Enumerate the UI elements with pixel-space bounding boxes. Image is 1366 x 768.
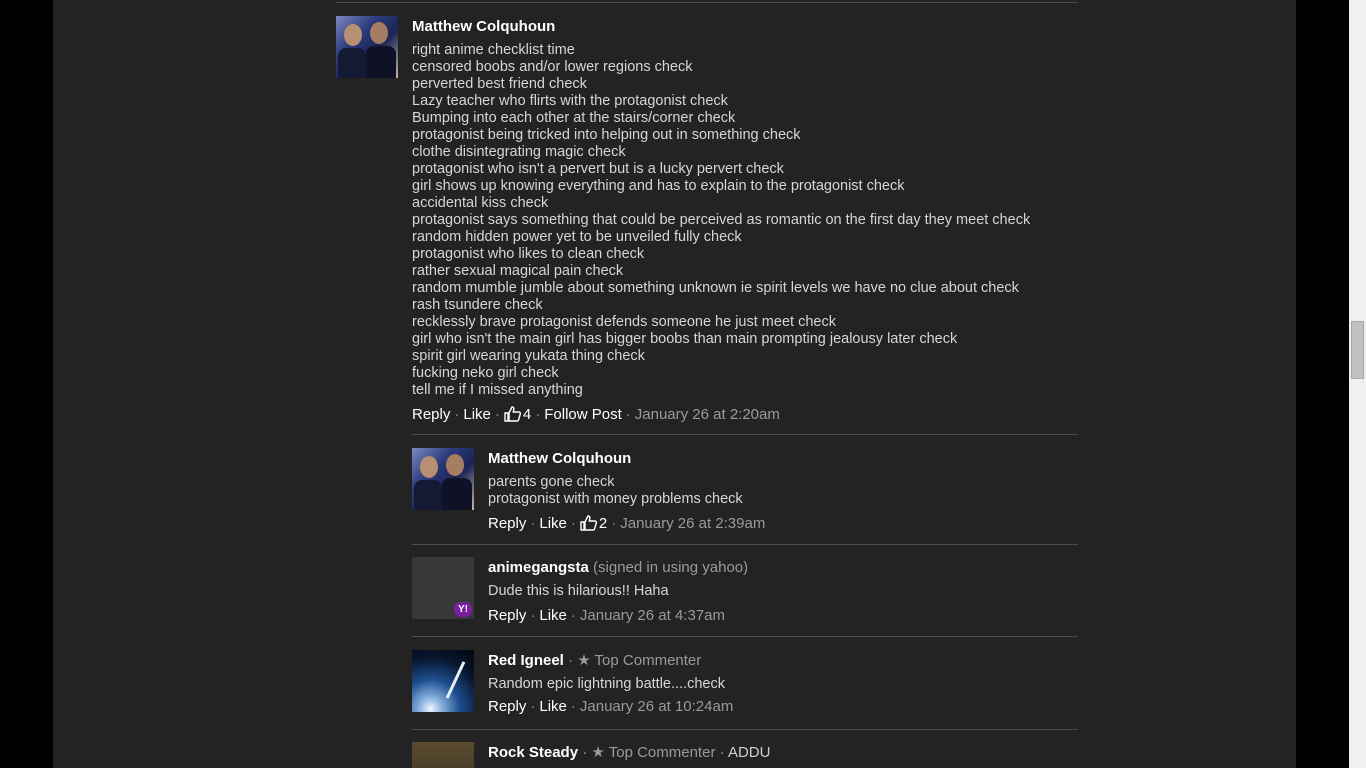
- user-avatar[interactable]: [336, 16, 398, 78]
- comment-actions: Reply · Like · 4 · Follow Post · January 26 at 2…: [412, 406, 780, 423]
- comment-text: Dude this is hilarious!! Haha: [488, 583, 1068, 600]
- like-count: 4: [522, 406, 532, 423]
- like-link[interactable]: Like: [539, 698, 567, 715]
- like-link[interactable]: Like: [539, 607, 567, 624]
- reply-link[interactable]: Reply: [488, 515, 526, 532]
- comment-line: girl shows up knowing everything and has…: [412, 178, 905, 194]
- scrollbar-thumb[interactable]: [1351, 321, 1364, 379]
- comment-line: fucking neko girl check: [412, 365, 559, 381]
- reply-divider: [412, 434, 1078, 435]
- signin-note: (signed in using yahoo): [593, 559, 749, 576]
- reply-divider: [412, 636, 1078, 637]
- vertical-scrollbar[interactable]: [1349, 0, 1366, 768]
- user-avatar[interactable]: [412, 742, 474, 768]
- author-name[interactable]: Red Igneel: [488, 652, 564, 669]
- comment-line: rather sexual magical pain check: [412, 263, 624, 279]
- comment-actions: Reply · Like · January 26 at 4:37am: [488, 607, 725, 624]
- thumbs-up-icon: [504, 406, 521, 422]
- comment-line: protagonist who isn't a pervert but is a…: [412, 161, 784, 177]
- author-line: animegangsta (signed in using yahoo): [488, 559, 1068, 577]
- comment-line: right anime checklist time: [412, 42, 575, 58]
- thumbs-up-icon: [580, 515, 597, 531]
- comment-text: Random epic lightning battle....check: [488, 676, 1068, 693]
- comment-line: parents gone check: [488, 474, 615, 490]
- reply-link[interactable]: Reply: [488, 607, 526, 624]
- comment-line: censored boobs and/or lower regions chec…: [412, 59, 693, 75]
- comment-line: Dude this is hilarious!! Haha: [488, 583, 669, 599]
- comment-line: girl who isn't the main girl has bigger …: [412, 331, 958, 347]
- comment-line: accidental kiss check: [412, 195, 549, 211]
- comment-line: protagonist who likes to clean check: [412, 246, 645, 262]
- comment-line: protagonist with money problems check: [488, 491, 743, 507]
- comment-text: right anime checklist time censored boob…: [412, 42, 1092, 399]
- comment-line: Random epic lightning battle....check: [488, 676, 725, 692]
- author-line: Red Igneel · ★ Top Commenter: [488, 652, 702, 669]
- comment-line: spirit girl wearing yukata thing check: [412, 348, 645, 364]
- reply-link[interactable]: Reply: [488, 698, 526, 715]
- author-name[interactable]: Matthew Colquhoun: [488, 450, 1068, 468]
- comment-text: parents gone check protagonist with mone…: [488, 474, 1068, 508]
- like-link[interactable]: Like: [463, 406, 491, 423]
- author-name[interactable]: Matthew Colquhoun: [412, 18, 1092, 36]
- comment-line: recklessly brave protagonist defends som…: [412, 314, 836, 330]
- comment-actions: Reply · Like · January 26 at 10:24am: [488, 698, 734, 715]
- follow-post-link[interactable]: Follow Post: [544, 406, 622, 423]
- page: Matthew Colquhoun right anime checklist …: [0, 0, 1366, 768]
- author-name[interactable]: Rock Steady: [488, 744, 578, 761]
- comment-line: clothe disintegrating magic check: [412, 144, 626, 160]
- comment-line: tell me if I missed anything: [412, 382, 583, 398]
- comment-line: protagonist being tricked into helping o…: [412, 127, 801, 143]
- author-name[interactable]: animegangsta: [488, 559, 589, 576]
- top-commenter-badge: ★ Top Commenter: [591, 744, 716, 761]
- user-avatar[interactable]: [412, 448, 474, 510]
- affiliation[interactable]: ADDU: [728, 744, 771, 761]
- comment-line: protagonist says something that could be…: [412, 212, 1031, 228]
- reply-divider: [412, 544, 1078, 545]
- comment-line: rash tsundere check: [412, 297, 543, 313]
- comment-line: Lazy teacher who flirts with the protago…: [412, 93, 728, 109]
- top-commenter-badge: ★ Top Commenter: [577, 652, 702, 669]
- user-avatar[interactable]: Y!: [412, 557, 474, 619]
- yahoo-icon: Y!: [454, 602, 472, 617]
- comment-line: perverted best friend check: [412, 76, 587, 92]
- timestamp[interactable]: January 26 at 2:20am: [635, 406, 780, 423]
- reply-divider: [412, 729, 1078, 730]
- like-count: 2: [598, 515, 608, 532]
- like-link[interactable]: Like: [539, 515, 567, 532]
- timestamp[interactable]: January 26 at 4:37am: [580, 607, 725, 624]
- comment-line: random mumble jumble about something unk…: [412, 280, 1019, 296]
- timestamp[interactable]: January 26 at 2:39am: [620, 515, 765, 532]
- user-avatar[interactable]: [412, 650, 474, 712]
- reply-link[interactable]: Reply: [412, 406, 450, 423]
- top-divider: [336, 2, 1078, 3]
- comment-line: Bumping into each other at the stairs/co…: [412, 110, 736, 126]
- comment-actions: Reply · Like · 2 · January 26 at 2:39am: [488, 515, 766, 532]
- timestamp[interactable]: January 26 at 10:24am: [580, 698, 733, 715]
- comment-line: random hidden power yet to be unveiled f…: [412, 229, 742, 245]
- author-line: Rock Steady · ★ Top Commenter · ADDU: [488, 744, 771, 761]
